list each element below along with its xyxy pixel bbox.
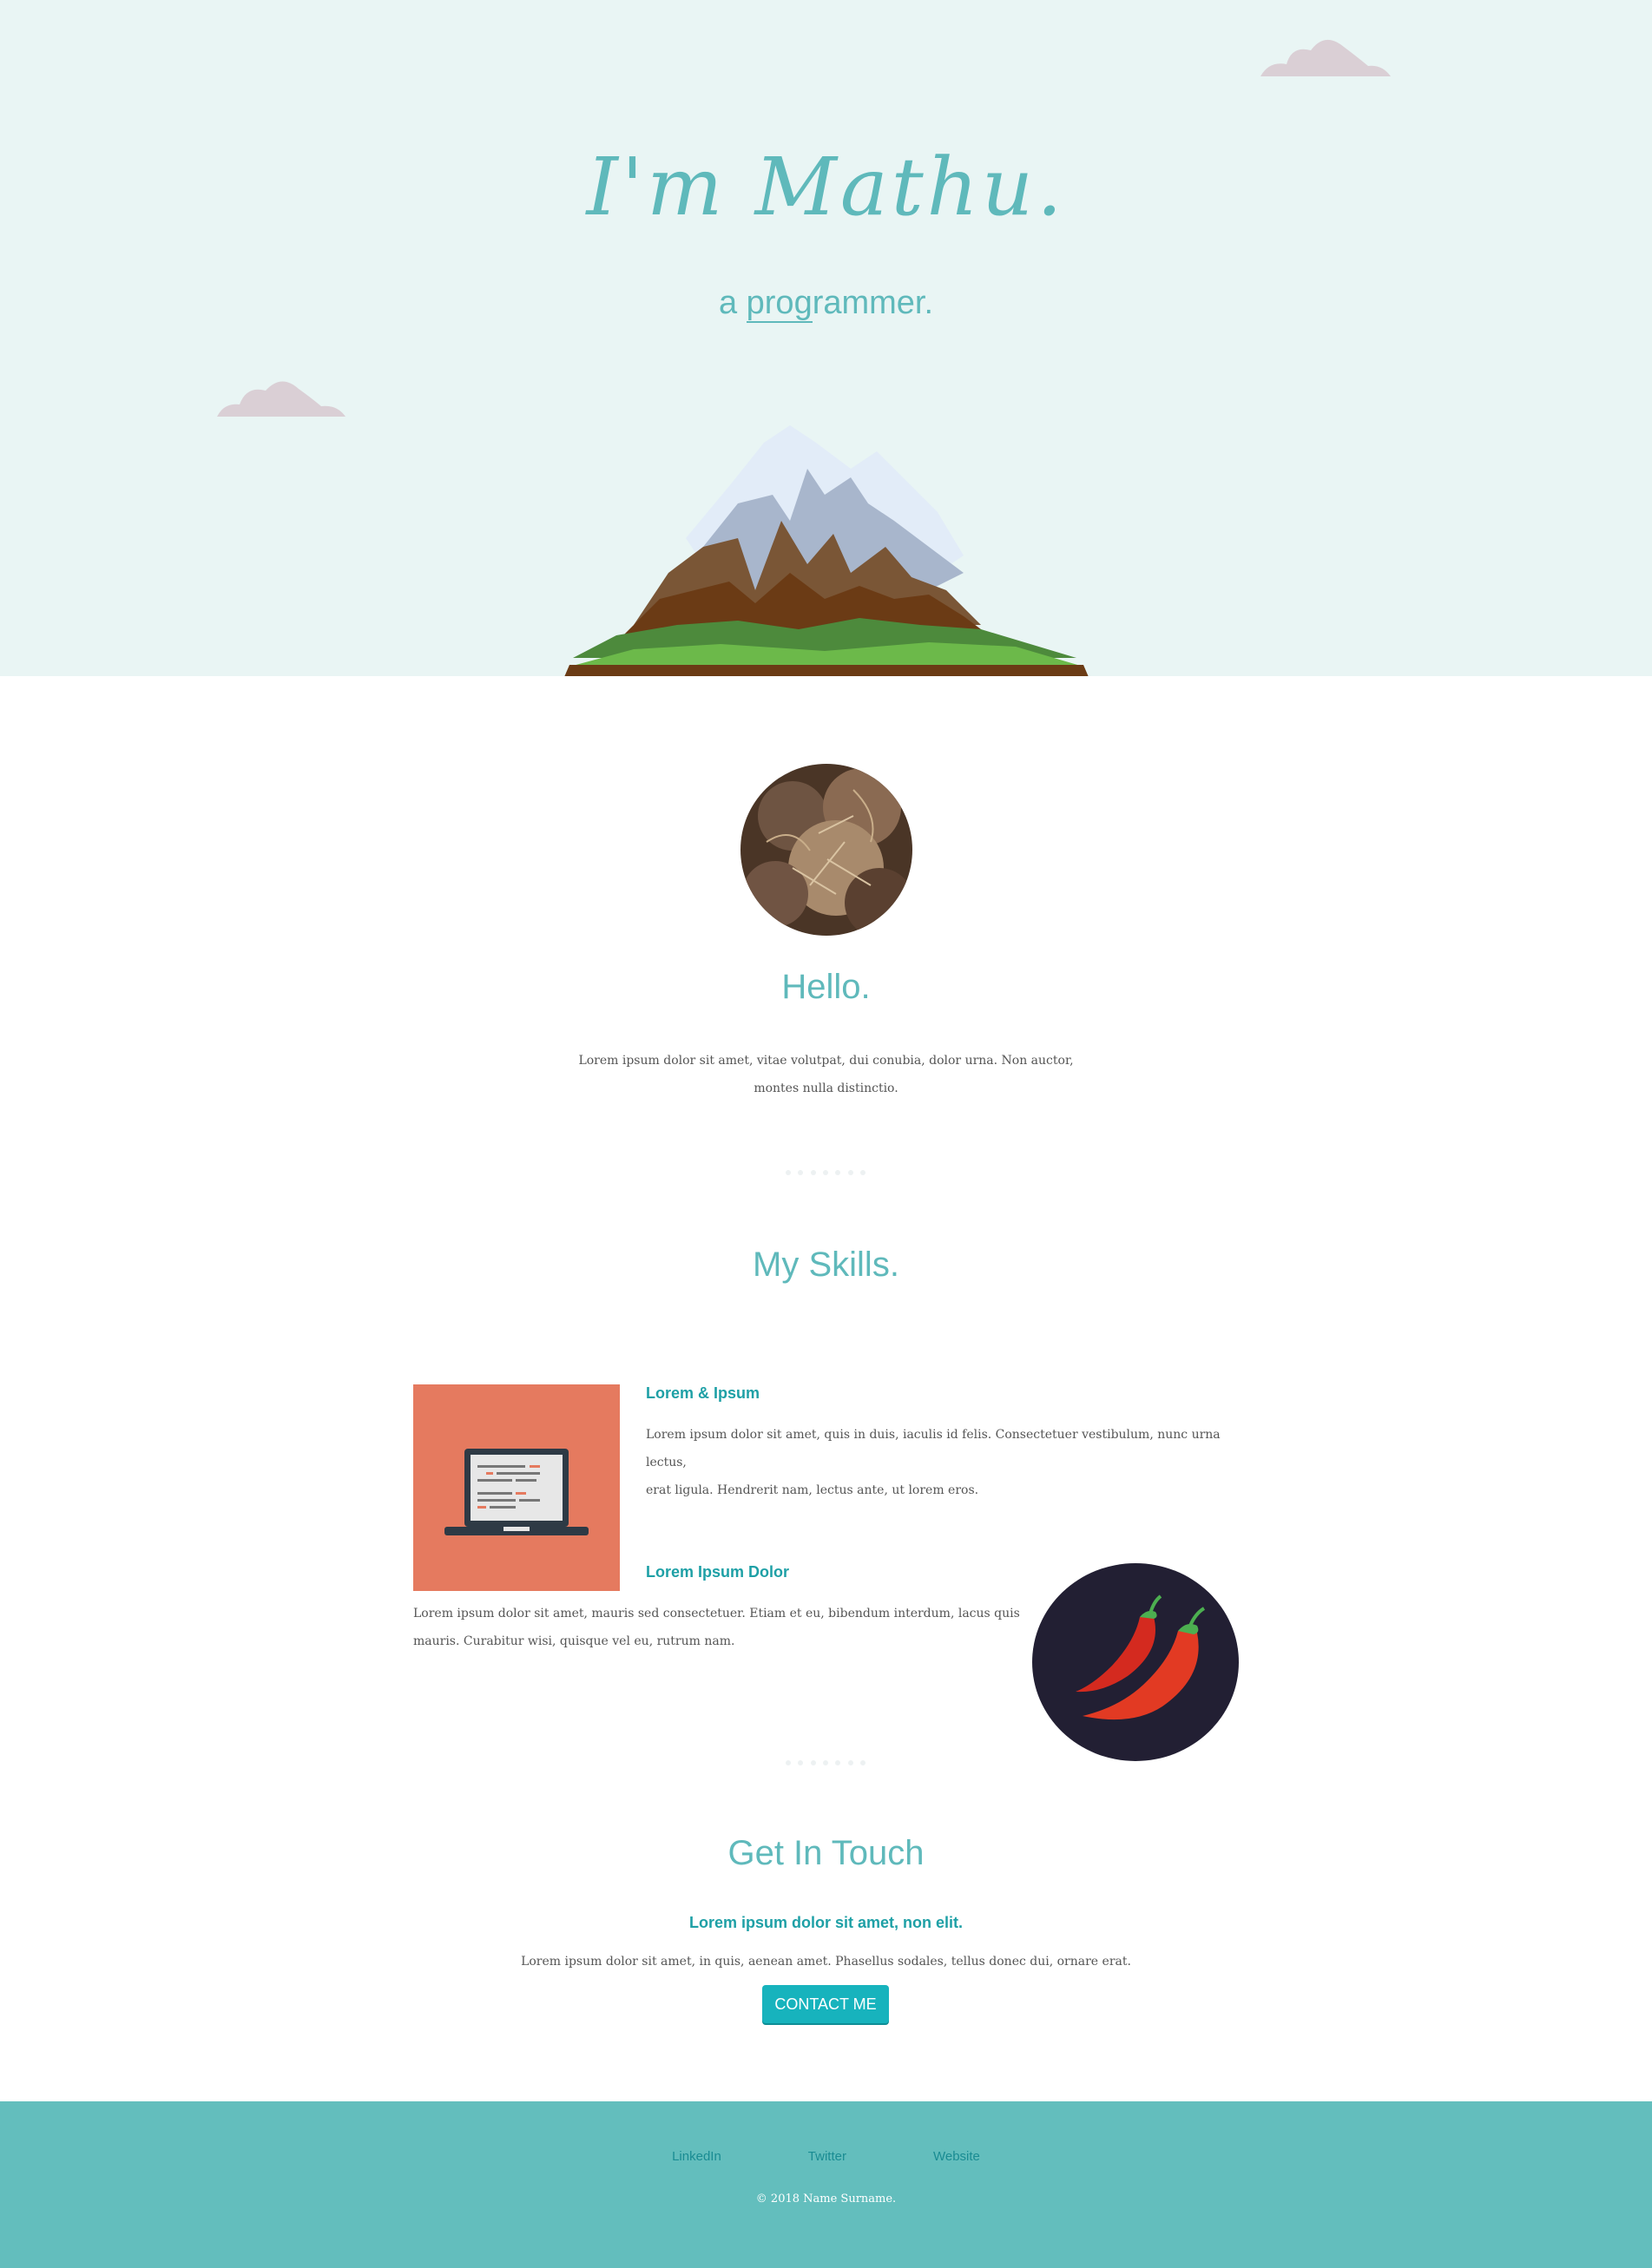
skill-circle <box>1032 1563 1239 1761</box>
footer-copyright: © 2018 Name Surname. <box>755 2192 897 2206</box>
footer-links: LinkedIn Twitter Website <box>0 2149 1652 2164</box>
dried-flowers-photo <box>740 764 912 936</box>
subtitle-typed: prog <box>746 285 813 323</box>
skill-tile <box>413 1384 620 1591</box>
cloud-icon <box>1260 39 1391 76</box>
section-divider <box>786 1760 865 1767</box>
mountain-illustration <box>564 425 1089 676</box>
skill-text-line: Lorem ipsum dolor sit amet, mauris sed c… <box>413 1607 1020 1620</box>
skill-text: Lorem ipsum dolor sit amet, mauris sed c… <box>413 1600 1021 1655</box>
chili-peppers-icon <box>1076 1594 1206 1720</box>
avatar <box>740 764 912 936</box>
footer: LinkedIn Twitter Website © 2018 Name Sur… <box>0 2101 1652 2268</box>
contact-heading: Get In Touch <box>727 1834 925 1872</box>
skill-title: Lorem Ipsum Dolor <box>646 1563 790 1581</box>
skill-text-line: mauris. Curabitur wisi, quisque vel eu, … <box>413 1634 735 1648</box>
contact-text: Lorem ipsum dolor sit amet, in quis, aen… <box>521 1955 1131 1969</box>
contact-lead: Lorem ipsum dolor sit amet, non elit. <box>688 1914 964 1931</box>
footer-link-linkedin[interactable]: LinkedIn <box>672 2149 721 2164</box>
footer-link-twitter[interactable]: Twitter <box>808 2149 846 2164</box>
skill-text: Lorem ipsum dolor sit amet, quis in duis… <box>646 1421 1254 1504</box>
contact-me-button[interactable]: CONTACT ME <box>762 1985 889 2023</box>
skill-text-line: erat ligula. Hendrerit nam, lectus ante,… <box>646 1483 979 1497</box>
skill-title: Lorem & Ipsum <box>646 1384 760 1402</box>
skills-heading: My Skills. <box>753 1246 899 1284</box>
hero-section: I'm Mathu. a programmer. <box>0 0 1652 676</box>
about-text-line: montes nulla distinctio. <box>754 1081 898 1095</box>
about-text-line: Lorem ipsum dolor sit amet, vitae volutp… <box>578 1054 1074 1068</box>
subtitle-prefix: a <box>718 285 747 321</box>
section-divider <box>786 1170 865 1177</box>
cloud-icon <box>217 381 346 417</box>
about-heading: Hello. <box>781 968 871 1006</box>
subtitle-rest: rammer. <box>812 285 934 321</box>
skill-text-line: Lorem ipsum dolor sit amet, quis in duis… <box>646 1428 1221 1469</box>
footer-link-website[interactable]: Website <box>933 2149 980 2164</box>
about-text: Lorem ipsum dolor sit amet, vitae volutp… <box>0 1047 1652 1102</box>
hero-title: I'm Mathu. <box>586 141 1066 233</box>
hero-subtitle: a programmer. <box>0 285 1652 323</box>
laptop-icon <box>444 1449 589 1535</box>
